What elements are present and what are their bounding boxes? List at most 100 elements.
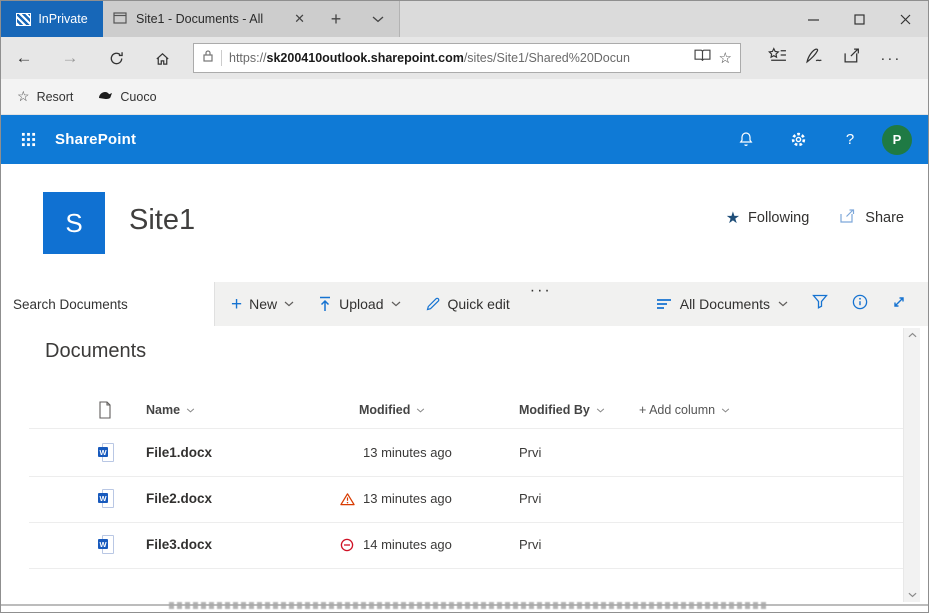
search-box[interactable] (1, 282, 215, 326)
vertical-scrollbar[interactable] (903, 328, 920, 602)
document-row[interactable]: W File2.docx 13 minutes ago Prvi (1, 476, 906, 522)
reading-view-icon[interactable] (694, 49, 711, 67)
upload-label: Upload (339, 296, 383, 312)
share-icon (839, 208, 857, 228)
share-button[interactable]: Share (839, 208, 904, 228)
favorite-label: Cuoco (120, 90, 156, 104)
bell-icon[interactable] (720, 131, 772, 148)
star-icon: ☆ (17, 88, 30, 105)
back-button[interactable]: ← (1, 48, 47, 68)
view-label: All Documents (680, 296, 770, 312)
expand-icon[interactable] (892, 295, 906, 314)
url-text: https://sk200410outlook.sharepoint.com/s… (229, 51, 694, 65)
favorite-item-resort[interactable]: ☆ Resort (17, 88, 73, 105)
list-header-row: Name Modified Modified By + Add column (1, 392, 906, 428)
word-file-icon: W (98, 443, 114, 463)
annotate-pen-icon[interactable] (805, 47, 824, 69)
chevron-down-icon (391, 301, 401, 307)
chevron-down-icon (596, 408, 605, 413)
tab-preview-chevron-icon[interactable] (357, 1, 399, 37)
tab-page-icon (113, 12, 127, 27)
browser-tab[interactable]: Site1 - Documents - All ✕ (103, 1, 315, 37)
modified-value: 13 minutes ago (363, 430, 452, 476)
add-column-button[interactable]: + Add column (639, 392, 730, 428)
close-window-button[interactable] (882, 1, 928, 37)
favorite-item-cuoco[interactable]: Cuoco (97, 89, 156, 104)
chevron-down-icon (416, 408, 425, 413)
file-type-column-icon[interactable] (98, 392, 112, 428)
share-icon[interactable] (843, 47, 862, 69)
column-header-modified[interactable]: Modified (359, 392, 425, 428)
file-name-link[interactable]: File3.docx (146, 522, 212, 568)
tab-close-button[interactable]: ✕ (294, 11, 305, 27)
more-commands-button[interactable]: ··· (530, 282, 552, 326)
library-title: Documents (45, 340, 146, 363)
column-header-name[interactable]: Name (146, 392, 195, 428)
quick-edit-button[interactable]: Quick edit (425, 282, 510, 326)
upload-icon (318, 296, 332, 312)
word-file-icon: W (98, 489, 114, 509)
cutoff-footer-text (169, 602, 769, 609)
inprivate-badge: InPrivate (1, 1, 103, 37)
divider (29, 568, 904, 569)
forward-button[interactable]: → (47, 48, 93, 68)
help-button[interactable]: ? (824, 131, 876, 148)
following-button[interactable]: ★ Following (726, 208, 810, 228)
tab-bar: InPrivate Site1 - Documents - All ✕ + (1, 1, 928, 37)
inprivate-label: InPrivate (38, 12, 87, 26)
site-logo[interactable]: S (43, 192, 105, 254)
plus-icon: + (231, 295, 242, 314)
modified-by-value[interactable]: Prvi (519, 430, 541, 476)
upload-button[interactable]: Upload (318, 282, 400, 326)
chevron-down-icon (186, 408, 195, 413)
document-row[interactable]: W File3.docx 14 minutes ago Prvi (1, 522, 906, 568)
file-name-link[interactable]: File1.docx (146, 430, 212, 476)
search-input[interactable] (13, 297, 202, 312)
hub-icon[interactable] (768, 47, 787, 69)
browser-toolbar: ··· (741, 47, 928, 69)
divider (29, 428, 904, 429)
following-label: Following (748, 210, 809, 226)
scroll-up-icon[interactable] (908, 332, 917, 338)
modified-value: 13 minutes ago (363, 476, 452, 522)
favorite-star-icon[interactable]: ☆ (719, 49, 732, 67)
new-label: New (249, 296, 277, 312)
column-header-modified-by[interactable]: Modified By (519, 392, 605, 428)
divider (221, 50, 222, 66)
tab-title: Site1 - Documents - All (136, 12, 263, 26)
blocked-icon (340, 538, 354, 557)
share-label: Share (865, 210, 904, 226)
maximize-button[interactable] (836, 1, 882, 37)
following-star-icon: ★ (726, 208, 740, 228)
gear-icon[interactable] (772, 131, 824, 148)
chevron-down-icon (778, 301, 788, 307)
chevron-down-icon (284, 301, 294, 307)
document-library: Documents Name Modified Modified By + Ad… (1, 326, 928, 612)
browser-window: InPrivate Site1 - Documents - All ✕ + (0, 0, 929, 613)
modified-value: 14 minutes ago (363, 522, 452, 568)
settings-more-button[interactable]: ··· (880, 50, 901, 67)
site-actions: ★ Following Share (726, 208, 904, 228)
view-lines-icon (656, 298, 672, 310)
account-avatar[interactable]: P (882, 125, 912, 155)
home-button[interactable] (139, 50, 185, 67)
waffle-icon[interactable] (1, 132, 55, 147)
chevron-down-icon (721, 408, 730, 413)
site-title[interactable]: Site1 (129, 204, 195, 237)
new-tab-button[interactable]: + (315, 1, 357, 37)
minimize-button[interactable] (790, 1, 836, 37)
filter-icon[interactable] (812, 294, 828, 314)
tab-bar-spacer (399, 1, 928, 37)
refresh-button[interactable] (93, 50, 139, 67)
url-field[interactable]: https://sk200410outlook.sharepoint.com/s… (193, 43, 741, 73)
modified-by-value[interactable]: Prvi (519, 522, 541, 568)
new-button[interactable]: + New (231, 282, 294, 326)
info-icon[interactable] (852, 294, 868, 315)
view-selector[interactable]: All Documents (656, 296, 788, 312)
scroll-down-icon[interactable] (908, 592, 917, 598)
modified-by-value[interactable]: Prvi (519, 476, 541, 522)
document-row[interactable]: W File1.docx 13 minutes ago Prvi (1, 430, 906, 476)
command-bar: + New Upload Quick edit ··· All Document… (1, 282, 928, 326)
app-title[interactable]: SharePoint (55, 131, 136, 148)
file-name-link[interactable]: File2.docx (146, 476, 212, 522)
